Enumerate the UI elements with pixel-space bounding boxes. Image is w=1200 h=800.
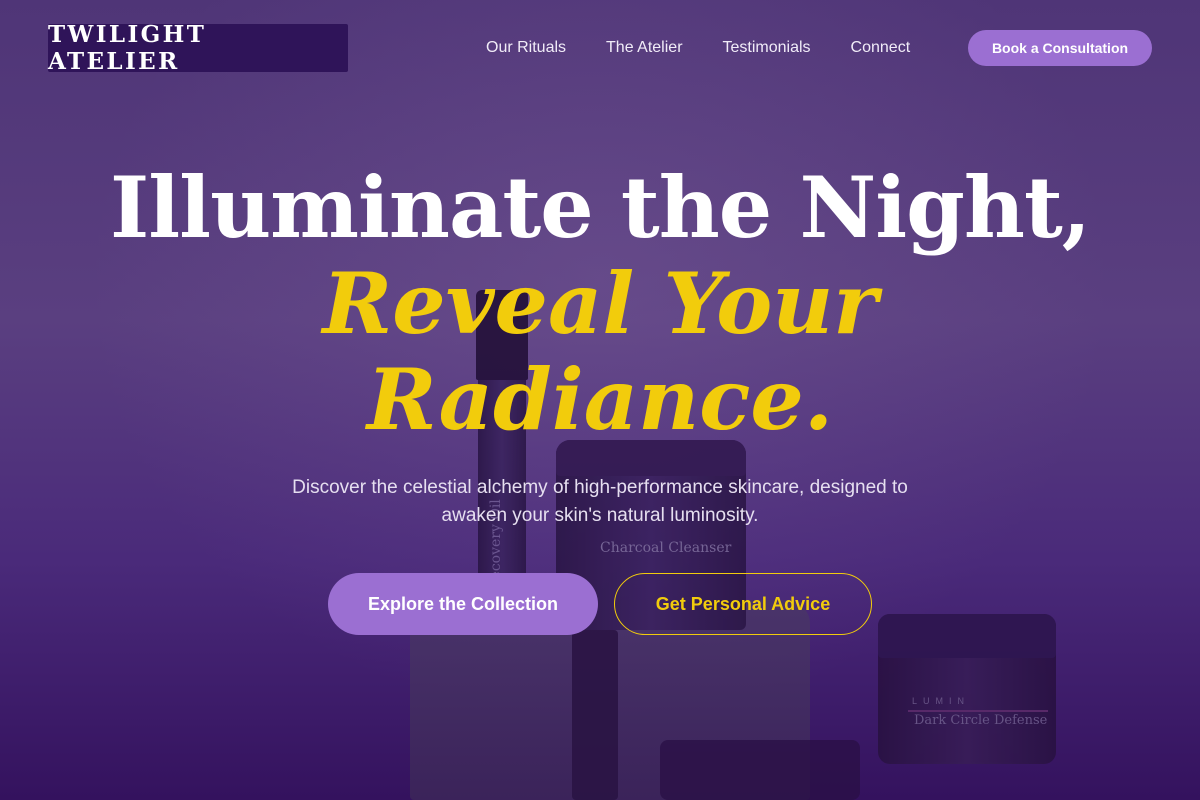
- small-jar-stripe: [908, 710, 1048, 712]
- explore-collection-button[interactable]: Explore the Collection: [328, 573, 598, 635]
- cleanser-jar-label: Charcoal Cleanser: [600, 540, 732, 556]
- brand-logo[interactable]: TWILIGHT ATELIER: [48, 21, 348, 75]
- nav-link-connect[interactable]: Connect: [851, 38, 911, 58]
- nav-link-our-rituals[interactable]: Our Rituals: [486, 38, 566, 58]
- hero-subtext: Discover the celestial alchemy of high-p…: [292, 477, 908, 526]
- nav-link-the-atelier[interactable]: The Atelier: [606, 38, 682, 58]
- hero-section: Illuminate the Night, Reveal Your Radian…: [0, 158, 1200, 635]
- thin-bottle: [572, 630, 618, 800]
- small-jar: LUMIN Dark Circle Defense: [878, 614, 1056, 764]
- book-consultation-button[interactable]: Book a Consultation: [968, 30, 1152, 66]
- product-base: [660, 740, 860, 800]
- personal-advice-button[interactable]: Get Personal Advice: [614, 573, 872, 635]
- hero-headline-line2: Reveal Your Radiance.: [322, 254, 878, 449]
- hero-headline-line1: Illuminate the Night,: [109, 158, 1091, 257]
- small-jar-label: Dark Circle Defense: [914, 713, 1048, 728]
- main-nav: Our Rituals The Atelier Testimonials Con…: [486, 38, 950, 58]
- small-jar-brand: LUMIN: [912, 696, 971, 706]
- hero-button-group: Explore the Collection Get Personal Advi…: [0, 573, 1200, 635]
- nav-link-testimonials[interactable]: Testimonials: [723, 38, 811, 58]
- site-header: TWILIGHT ATELIER Our Rituals The Atelier…: [0, 0, 1200, 96]
